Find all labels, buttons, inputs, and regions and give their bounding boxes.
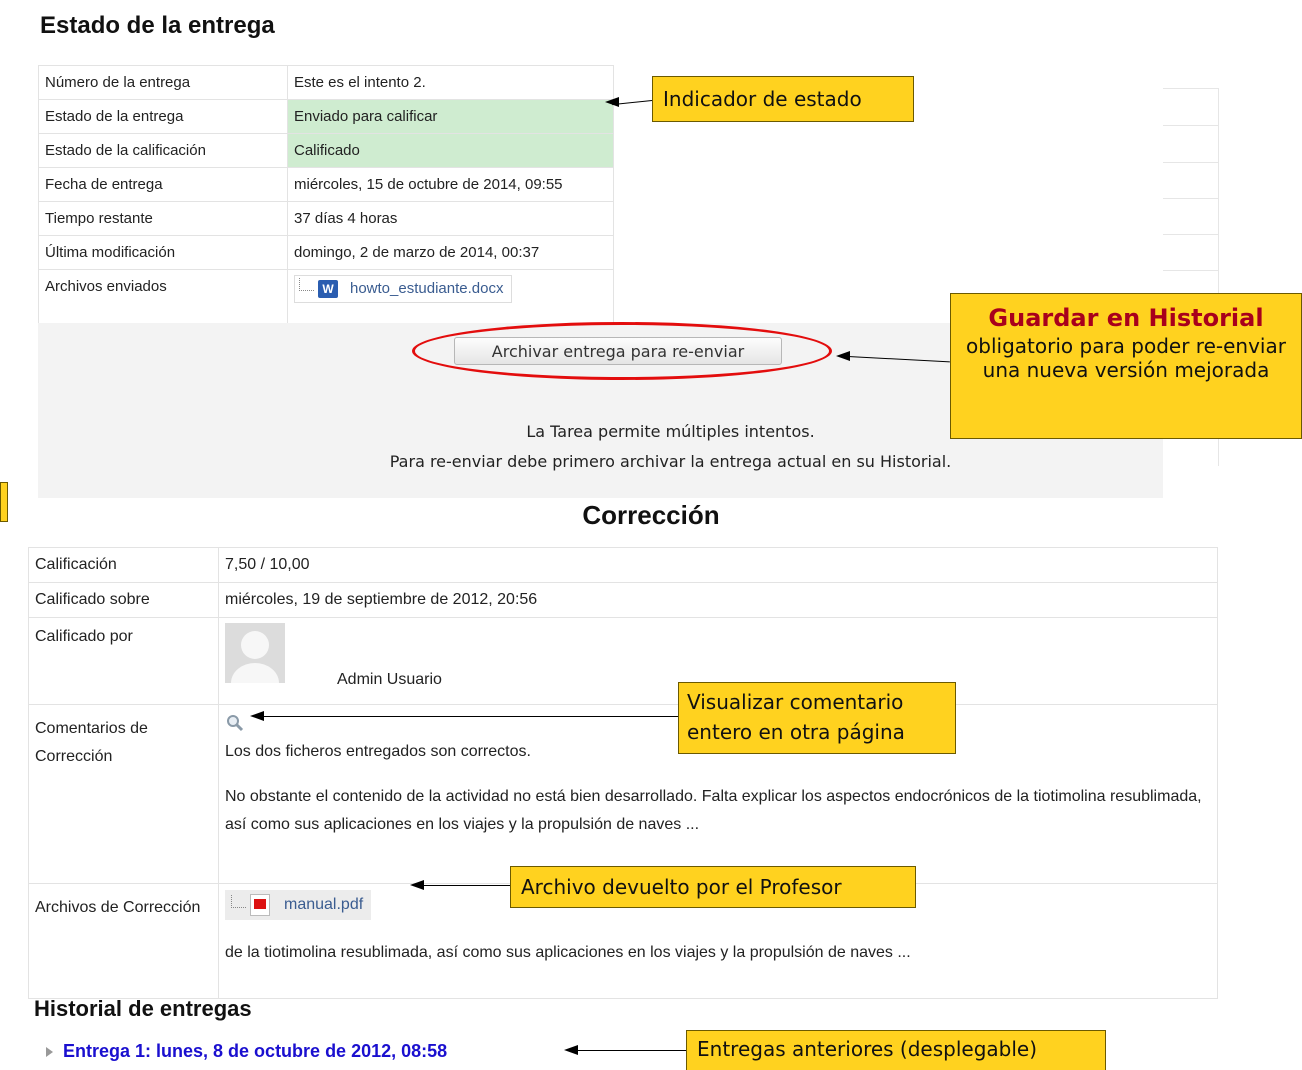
comments-label: Comentarios de Corrección bbox=[28, 704, 219, 884]
submission-status-title: Estado de la entrega bbox=[40, 12, 275, 39]
grade-label: Calificación bbox=[28, 547, 219, 583]
magnifier-icon[interactable] bbox=[225, 713, 245, 733]
table-row: Calificado sobre miércoles, 19 de septie… bbox=[28, 582, 1218, 618]
graded-on-value: miércoles, 19 de septiembre de 2012, 20:… bbox=[218, 582, 1218, 618]
row-value: domingo, 2 de marzo de 2014, 00:37 bbox=[287, 235, 614, 270]
table-row: Número de la entrega Este es el intento … bbox=[38, 65, 614, 100]
user-avatar bbox=[225, 623, 285, 683]
submitted-file: W howto_estudiante.docx bbox=[294, 274, 513, 303]
arrow-line bbox=[262, 716, 678, 717]
graded-by-label: Calificado por bbox=[28, 617, 219, 705]
submission-status-value: Enviado para calificar bbox=[287, 99, 614, 134]
graded-on-label: Calificado sobre bbox=[28, 582, 219, 618]
table-row: Archivos enviados W howto_estudiante.doc… bbox=[38, 269, 614, 324]
row-label: Número de la entrega bbox=[38, 65, 288, 100]
arrow-line bbox=[576, 1050, 686, 1051]
callout-previous-submissions: Entregas anteriores (desplegable) bbox=[686, 1030, 1106, 1070]
submitted-file-link[interactable]: howto_estudiante.docx bbox=[350, 280, 503, 297]
row-value: miércoles, 15 de octubre de 2014, 09:55 bbox=[287, 167, 614, 202]
grade-value: 7,50 / 10,00 bbox=[218, 547, 1218, 583]
row-value: 37 días 4 horas bbox=[287, 201, 614, 236]
table-row: Calificado por Admin Usuario bbox=[28, 617, 1218, 705]
history-title: Historial de entregas bbox=[34, 996, 252, 1021]
callout-returned-file: Archivo devuelto por el Profesor bbox=[510, 866, 916, 908]
history-item-label[interactable]: Entrega 1: lunes, 8 de octubre de 2012, … bbox=[63, 1041, 447, 1062]
arrow-head bbox=[250, 711, 264, 721]
expand-triangle-icon[interactable] bbox=[46, 1046, 53, 1057]
arrow-head bbox=[605, 97, 619, 107]
table-row: Estado de la entrega Enviado para califi… bbox=[38, 99, 614, 134]
history-item-attempt-1[interactable]: Entrega 1: lunes, 8 de octubre de 2012, … bbox=[46, 1041, 447, 1062]
table-row: Última modificación domingo, 2 de marzo … bbox=[38, 235, 614, 270]
grading-status-value: Calificado bbox=[287, 133, 614, 168]
pdf-file-icon bbox=[250, 894, 270, 916]
resubmit-instructions-text: Para re-enviar debe primero archivar la … bbox=[389, 452, 952, 471]
correction-title: Corrección bbox=[582, 500, 720, 530]
returned-file-link[interactable]: manual.pdf bbox=[284, 896, 363, 914]
grader-name: Admin Usuario bbox=[337, 671, 442, 688]
returned-file: manual.pdf bbox=[225, 890, 372, 920]
row-label: Estado de la entrega bbox=[38, 99, 288, 134]
arrow-head bbox=[836, 351, 850, 361]
arrow-head bbox=[410, 880, 424, 890]
row-label: Archivos enviados bbox=[38, 269, 288, 324]
row-label: Última modificación bbox=[38, 235, 288, 270]
files-extra-text: de la tiotimolina resublimada, así como … bbox=[225, 944, 911, 961]
table-row: Calificación 7,50 / 10,00 bbox=[28, 547, 1218, 583]
arrow-line bbox=[422, 885, 510, 886]
row-label: Fecha de entrega bbox=[38, 167, 288, 202]
callout-save-history-title: Guardar en Historial bbox=[988, 304, 1264, 332]
row-label: Estado de la calificación bbox=[38, 133, 288, 168]
callout-save-history-body: obligatorio para poder re-enviar una nue… bbox=[966, 334, 1286, 382]
submission-status-table: Número de la entrega Este es el intento … bbox=[38, 65, 614, 324]
word-document-icon: W bbox=[318, 279, 338, 298]
table-row: Tiempo restante 37 días 4 horas bbox=[38, 201, 614, 236]
tree-connector bbox=[231, 894, 246, 908]
callout-status-indicator: Indicador de estado bbox=[652, 76, 914, 122]
table-row: Fecha de entrega miércoles, 15 de octubr… bbox=[38, 167, 614, 202]
callout-save-history: Guardar en Historial obligatorio para po… bbox=[950, 293, 1302, 439]
arrow-head bbox=[564, 1045, 578, 1055]
tree-connector bbox=[299, 278, 314, 291]
callout-view-comment: Visualizar comentario entero en otra pág… bbox=[678, 682, 956, 754]
row-label: Tiempo restante bbox=[38, 201, 288, 236]
table-row: Comentarios de Corrección Los dos ficher… bbox=[28, 704, 1218, 884]
row-value: Este es el intento 2. bbox=[287, 65, 614, 100]
correction-table: Calificación 7,50 / 10,00 Calificado sob… bbox=[28, 547, 1218, 999]
comment-paragraph-2: No obstante el contenido de la actividad… bbox=[225, 788, 1202, 833]
highlight-ellipse bbox=[412, 322, 832, 380]
row-value: W howto_estudiante.docx bbox=[287, 269, 614, 324]
table-row: Estado de la calificación Calificado bbox=[38, 133, 614, 168]
correction-files-label: Archivos de Corrección bbox=[28, 883, 219, 999]
